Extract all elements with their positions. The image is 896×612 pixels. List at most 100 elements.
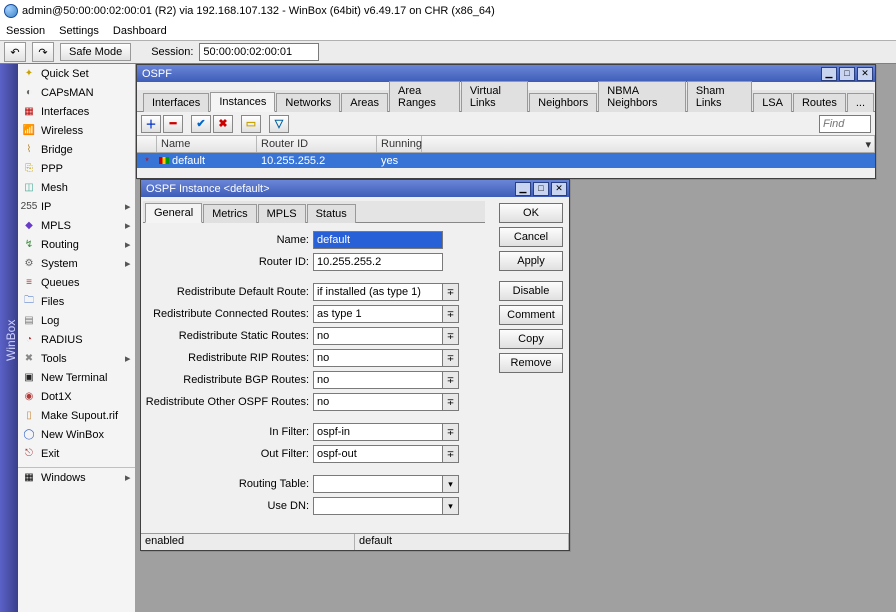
ok-button[interactable]: OK xyxy=(499,203,563,223)
minimize-button[interactable]: ▁ xyxy=(821,67,837,81)
menu-dashboard[interactable]: Dashboard xyxy=(113,25,167,37)
close-button[interactable]: ✕ xyxy=(551,182,567,196)
menu-icon: ⎋ xyxy=(22,447,36,461)
tab-interfaces[interactable]: Interfaces xyxy=(143,93,209,112)
sidebar-item[interactable]: ⎘PPP xyxy=(18,159,135,178)
dropdown-icon[interactable]: ▾ xyxy=(443,497,459,515)
instance-titlebar[interactable]: OSPF Instance <default> ▁ □ ✕ xyxy=(141,180,569,197)
rtable-select[interactable] xyxy=(313,475,443,493)
sidebar-item[interactable]: 255IP▸ xyxy=(18,197,135,216)
outfilter-select[interactable]: ospf-out xyxy=(313,445,443,463)
redist-static-select[interactable]: no xyxy=(313,327,443,345)
dropdown-icon[interactable]: ∓ xyxy=(443,393,459,411)
tab-sham-links[interactable]: Sham Links xyxy=(687,81,752,112)
dropdown-icon[interactable]: ∓ xyxy=(443,283,459,301)
find-input[interactable] xyxy=(819,115,871,133)
enable-button[interactable]: ✔ xyxy=(191,115,211,133)
minimize-button[interactable]: ▁ xyxy=(515,182,531,196)
copy-button[interactable]: Copy xyxy=(499,329,563,349)
dropdown-icon[interactable]: ∓ xyxy=(443,349,459,367)
cancel-button[interactable]: Cancel xyxy=(499,227,563,247)
tab-general[interactable]: General xyxy=(145,203,202,223)
dropdown-icon[interactable]: ▾ xyxy=(443,475,459,493)
menu-icon: ▯ xyxy=(22,409,36,423)
maximize-button[interactable]: □ xyxy=(533,182,549,196)
redist-other-select[interactable]: no xyxy=(313,393,443,411)
disable-button[interactable]: Disable xyxy=(499,281,563,301)
table-row[interactable]: * default 10.255.255.2 yes xyxy=(137,153,875,168)
sidebar-item[interactable]: ⌇Bridge xyxy=(18,140,135,159)
maximize-button[interactable]: □ xyxy=(839,67,855,81)
col-flag[interactable] xyxy=(137,136,157,152)
remove-button[interactable]: Remove xyxy=(499,353,563,373)
sidebar-item[interactable]: ◔RADIUS xyxy=(18,330,135,349)
remove-button[interactable]: ━ xyxy=(163,115,183,133)
tab-virtual-links[interactable]: Virtual Links xyxy=(461,81,528,112)
routerid-input[interactable]: 10.255.255.2 xyxy=(313,253,443,271)
redist-rip-select[interactable]: no xyxy=(313,349,443,367)
tab-networks[interactable]: Networks xyxy=(276,93,340,112)
menu-settings[interactable]: Settings xyxy=(59,25,99,37)
apply-button[interactable]: Apply xyxy=(499,251,563,271)
sidebar-item[interactable]: ≡Queues xyxy=(18,273,135,292)
tab-metrics[interactable]: Metrics xyxy=(203,204,256,223)
sidebar-item[interactable]: 🗀Files xyxy=(18,292,135,311)
sidebar-item[interactable]: ▣New Terminal xyxy=(18,368,135,387)
sidebar-item[interactable]: 📶Wireless xyxy=(18,121,135,140)
redo-button[interactable]: ↷ xyxy=(32,42,54,62)
tab-instances[interactable]: Instances xyxy=(210,92,275,112)
sidebar-item[interactable]: ✦Quick Set xyxy=(18,64,135,83)
add-button[interactable]: ＋ xyxy=(141,115,161,133)
col-running[interactable]: Running xyxy=(377,136,422,152)
sidebar-item[interactable]: ◐CAPsMAN xyxy=(18,83,135,102)
sidebar-item[interactable]: ◫Mesh xyxy=(18,178,135,197)
menu-session[interactable]: Session xyxy=(6,25,45,37)
redist-connected-select[interactable]: as type 1 xyxy=(313,305,443,323)
usedn-select[interactable] xyxy=(313,497,443,515)
tab-neighbors[interactable]: Neighbors xyxy=(529,93,597,112)
close-button[interactable]: ✕ xyxy=(857,67,873,81)
tab-status[interactable]: Status xyxy=(307,204,356,223)
comment-button[interactable]: Comment xyxy=(499,305,563,325)
tab-routes[interactable]: Routes xyxy=(793,93,846,112)
ospf-window-titlebar[interactable]: OSPF ▁ □ ✕ xyxy=(137,65,875,82)
redist-default-select[interactable]: if installed (as type 1) xyxy=(313,283,443,301)
tab-lsa[interactable]: LSA xyxy=(753,93,792,112)
dropdown-icon[interactable]: ∓ xyxy=(443,327,459,345)
tab-area-ranges[interactable]: Area Ranges xyxy=(389,81,460,112)
sidebar-item-windows[interactable]: ▦ Windows ▸ xyxy=(18,468,135,487)
dropdown-icon[interactable]: ∓ xyxy=(443,305,459,323)
chevron-right-icon: ▸ xyxy=(125,352,135,365)
dropdown-icon[interactable]: ∓ xyxy=(443,371,459,389)
sidebar-item[interactable]: ✖Tools▸ xyxy=(18,349,135,368)
undo-button[interactable]: ↶ xyxy=(4,42,26,62)
status-default: default xyxy=(355,534,569,550)
sidebar-item[interactable]: ◉Dot1X xyxy=(18,387,135,406)
sidebar-item[interactable]: ◯New WinBox xyxy=(18,425,135,444)
infilter-select[interactable]: ospf-in xyxy=(313,423,443,441)
sidebar-item[interactable]: ▯Make Supout.rif xyxy=(18,406,135,425)
sidebar-item[interactable]: ◆MPLS▸ xyxy=(18,216,135,235)
sidebar-item[interactable]: ▤Log xyxy=(18,311,135,330)
sidebar-item[interactable]: ↯Routing▸ xyxy=(18,235,135,254)
tab-mpls[interactable]: MPLS xyxy=(258,204,306,223)
comment-button[interactable]: ▭ xyxy=(241,115,261,133)
sidebar-item[interactable]: ▦Interfaces xyxy=(18,102,135,121)
sidebar-item[interactable]: ⎋Exit xyxy=(18,444,135,463)
dropdown-icon[interactable]: ∓ xyxy=(443,445,459,463)
dropdown-icon[interactable]: ∓ xyxy=(443,423,459,441)
col-name[interactable]: Name xyxy=(157,136,257,152)
col-routerid[interactable]: Router ID xyxy=(257,136,377,152)
tab-nbma-neighbors[interactable]: NBMA Neighbors xyxy=(598,81,686,112)
tab--[interactable]: ... xyxy=(847,93,874,112)
disable-button[interactable]: ✖ xyxy=(213,115,233,133)
tab-areas[interactable]: Areas xyxy=(341,93,388,112)
filter-button[interactable]: ▽ xyxy=(269,115,289,133)
session-input[interactable] xyxy=(199,43,319,61)
col-extra[interactable]: ▾ xyxy=(422,136,875,152)
name-input[interactable]: default xyxy=(313,231,443,249)
redist-bgp-select[interactable]: no xyxy=(313,371,443,389)
sidebar-item[interactable]: ⚙System▸ xyxy=(18,254,135,273)
sidebar-item-label: CAPsMAN xyxy=(41,87,135,99)
safe-mode-button[interactable]: Safe Mode xyxy=(60,43,131,61)
